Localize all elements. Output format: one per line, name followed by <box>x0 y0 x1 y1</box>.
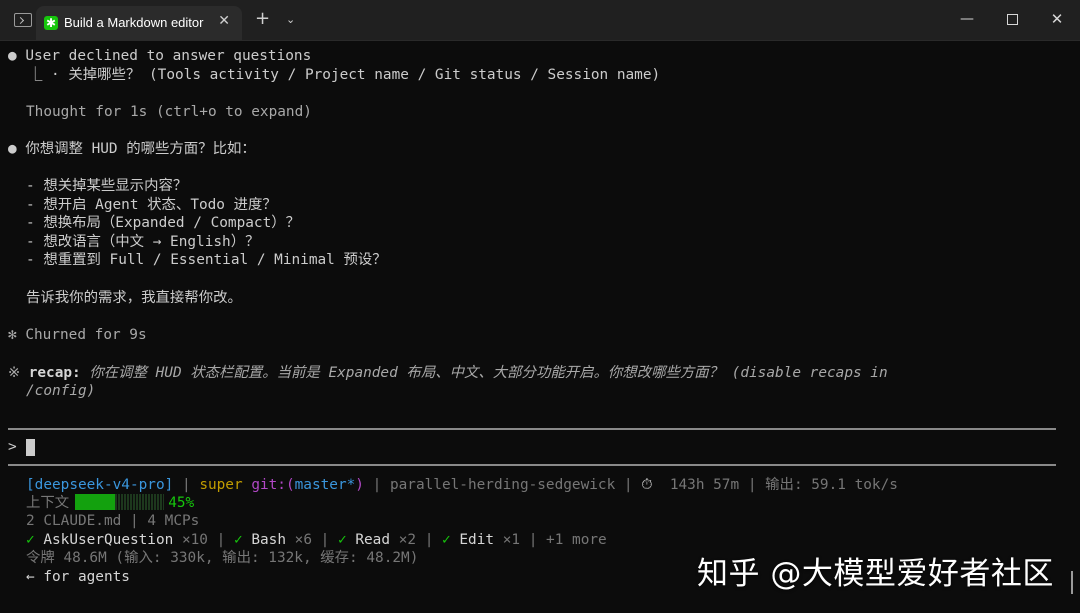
output-speed: 输出: 59.1 tok/s <box>765 477 898 493</box>
project-name: super <box>199 477 243 493</box>
minimize-button[interactable]: — <box>944 0 990 38</box>
recap-text-continued: /config) <box>26 383 96 399</box>
list-item: - 想改语言（中文 → English）？ <box>26 234 260 250</box>
declined-detail: ⎿ · 关掉哪些？ (Tools activity / Project name… <box>28 67 661 83</box>
agents-hint: ← for agents <box>26 569 130 585</box>
recap-label: recap: <box>28 365 81 381</box>
question-line: ● 你想调整 HUD 的哪些方面？比如： <box>8 140 256 158</box>
bullet-icon: ● <box>8 48 17 64</box>
separator: | <box>747 477 757 493</box>
separator: | <box>424 532 434 548</box>
git-branch: master* <box>294 477 356 493</box>
terminal-app-icon[interactable] <box>14 13 32 27</box>
recap-line: ※ recap: 你在调整 HUD 状态栏配置。当前是 Expanded 布局、… <box>8 364 888 382</box>
context-progress-track <box>115 494 165 510</box>
git-label-close: ) <box>355 477 364 493</box>
token-usage: 令牌 48.6M (输入: 330k, 输出: 132k, 缓存: 48.2M) <box>26 550 419 566</box>
tool-count: ×10 <box>181 532 208 548</box>
list-item: - 想开启 Agent 状态、Todo 进度？ <box>26 197 277 213</box>
scrollbar[interactable] <box>1071 571 1073 594</box>
bullet-icon: ● <box>8 141 17 157</box>
check-icon: ✓ <box>234 532 243 548</box>
check-icon: ✓ <box>442 532 451 548</box>
check-icon: ✓ <box>26 532 35 548</box>
chevron-down-icon[interactable]: ⌄ <box>286 13 295 26</box>
maximize-icon <box>1006 14 1018 25</box>
timer-icon: ⏱ <box>641 477 653 493</box>
tab-build-markdown-editor[interactable]: ✱ Build a Markdown editor ✕ <box>36 6 242 40</box>
separator: | <box>181 477 191 493</box>
mcp-count: 4 MCPs <box>147 513 200 529</box>
watermark: 知乎 @大模型爱好者社区 <box>697 556 1054 592</box>
hud-line-tools: ✓ AskUserQuestion ×10 | ✓ Bash ×6 | ✓ Re… <box>26 531 607 549</box>
check-icon: ✓ <box>338 532 347 548</box>
input-top-divider <box>8 428 1056 430</box>
tool-count: ×6 <box>294 532 312 548</box>
list-item: - 想换布局（Expanded / Compact）？ <box>26 215 301 231</box>
model-name: [deepseek-v4-pro] <box>26 477 174 493</box>
title-bar: ✱ Build a Markdown editor ✕ + ⌄ — ✕ <box>0 0 1080 41</box>
thought-line: Thought for 1s (ctrl+o to expand) <box>26 104 312 120</box>
context-percent: 45% <box>168 495 195 511</box>
maximize-button[interactable] <box>989 0 1035 38</box>
tool-name: AskUserQuestion <box>43 532 174 548</box>
input-bottom-divider <box>8 464 1056 466</box>
separator: | <box>320 532 330 548</box>
asterisk-icon: ✱ <box>44 16 58 30</box>
closing-text: 告诉我你的需求，我直接帮你改。 <box>26 290 242 306</box>
session-duration: 143h 57m <box>669 477 740 493</box>
context-progress-fill <box>75 494 116 510</box>
tool-name: Read <box>355 532 391 548</box>
recap-text: 你在调整 HUD 状态栏配置。当前是 Expanded 布局、中文、大部分功能开… <box>89 365 888 381</box>
more-tools: +1 more <box>546 532 607 548</box>
prompt-input-cursor[interactable] <box>26 439 35 456</box>
claude-md-count: 2 CLAUDE.md <box>26 513 122 529</box>
list-item: - 想重置到 Full / Essential / Minimal 预设？ <box>26 252 387 268</box>
hud-line-2: 上下文 45% <box>26 494 194 512</box>
tool-name: Bash <box>251 532 286 548</box>
context-label: 上下文 <box>26 495 70 511</box>
recap-icon: ※ <box>8 365 21 381</box>
churned-line: ✻ Churned for 9s <box>8 326 147 344</box>
tool-count: ×2 <box>398 532 417 548</box>
session-name: parallel-herding-sedgewick <box>389 477 616 493</box>
declined-line: ● User declined to answer questions <box>8 47 311 65</box>
declined-text: User declined to answer questions <box>25 48 312 64</box>
question-text: 你想调整 HUD 的哪些方面？比如： <box>25 141 256 157</box>
tab-title: Build a Markdown editor <box>64 15 204 30</box>
churned-icon: ✻ <box>8 327 17 343</box>
tool-count: ×1 <box>502 532 521 548</box>
context-progress-bar <box>75 494 165 510</box>
separator: | <box>129 513 139 529</box>
separator: | <box>372 477 382 493</box>
separator: | <box>216 532 226 548</box>
tab-close-icon[interactable]: ✕ <box>218 13 230 29</box>
tool-name: Edit <box>459 532 495 548</box>
close-window-button[interactable]: ✕ <box>1034 0 1080 38</box>
churned-text: Churned for 9s <box>25 327 147 343</box>
hud-line-3: 2 CLAUDE.md | 4 MCPs <box>26 512 199 530</box>
list-item: - 想关掉某些显示内容？ <box>26 178 188 194</box>
hud-line-1: [deepseek-v4-pro] | super git:(master*) … <box>26 476 898 494</box>
separator: | <box>623 477 633 493</box>
git-label: git:( <box>251 477 295 493</box>
prompt-symbol: > <box>8 439 17 455</box>
new-tab-icon[interactable]: + <box>255 10 270 28</box>
separator: | <box>528 532 538 548</box>
